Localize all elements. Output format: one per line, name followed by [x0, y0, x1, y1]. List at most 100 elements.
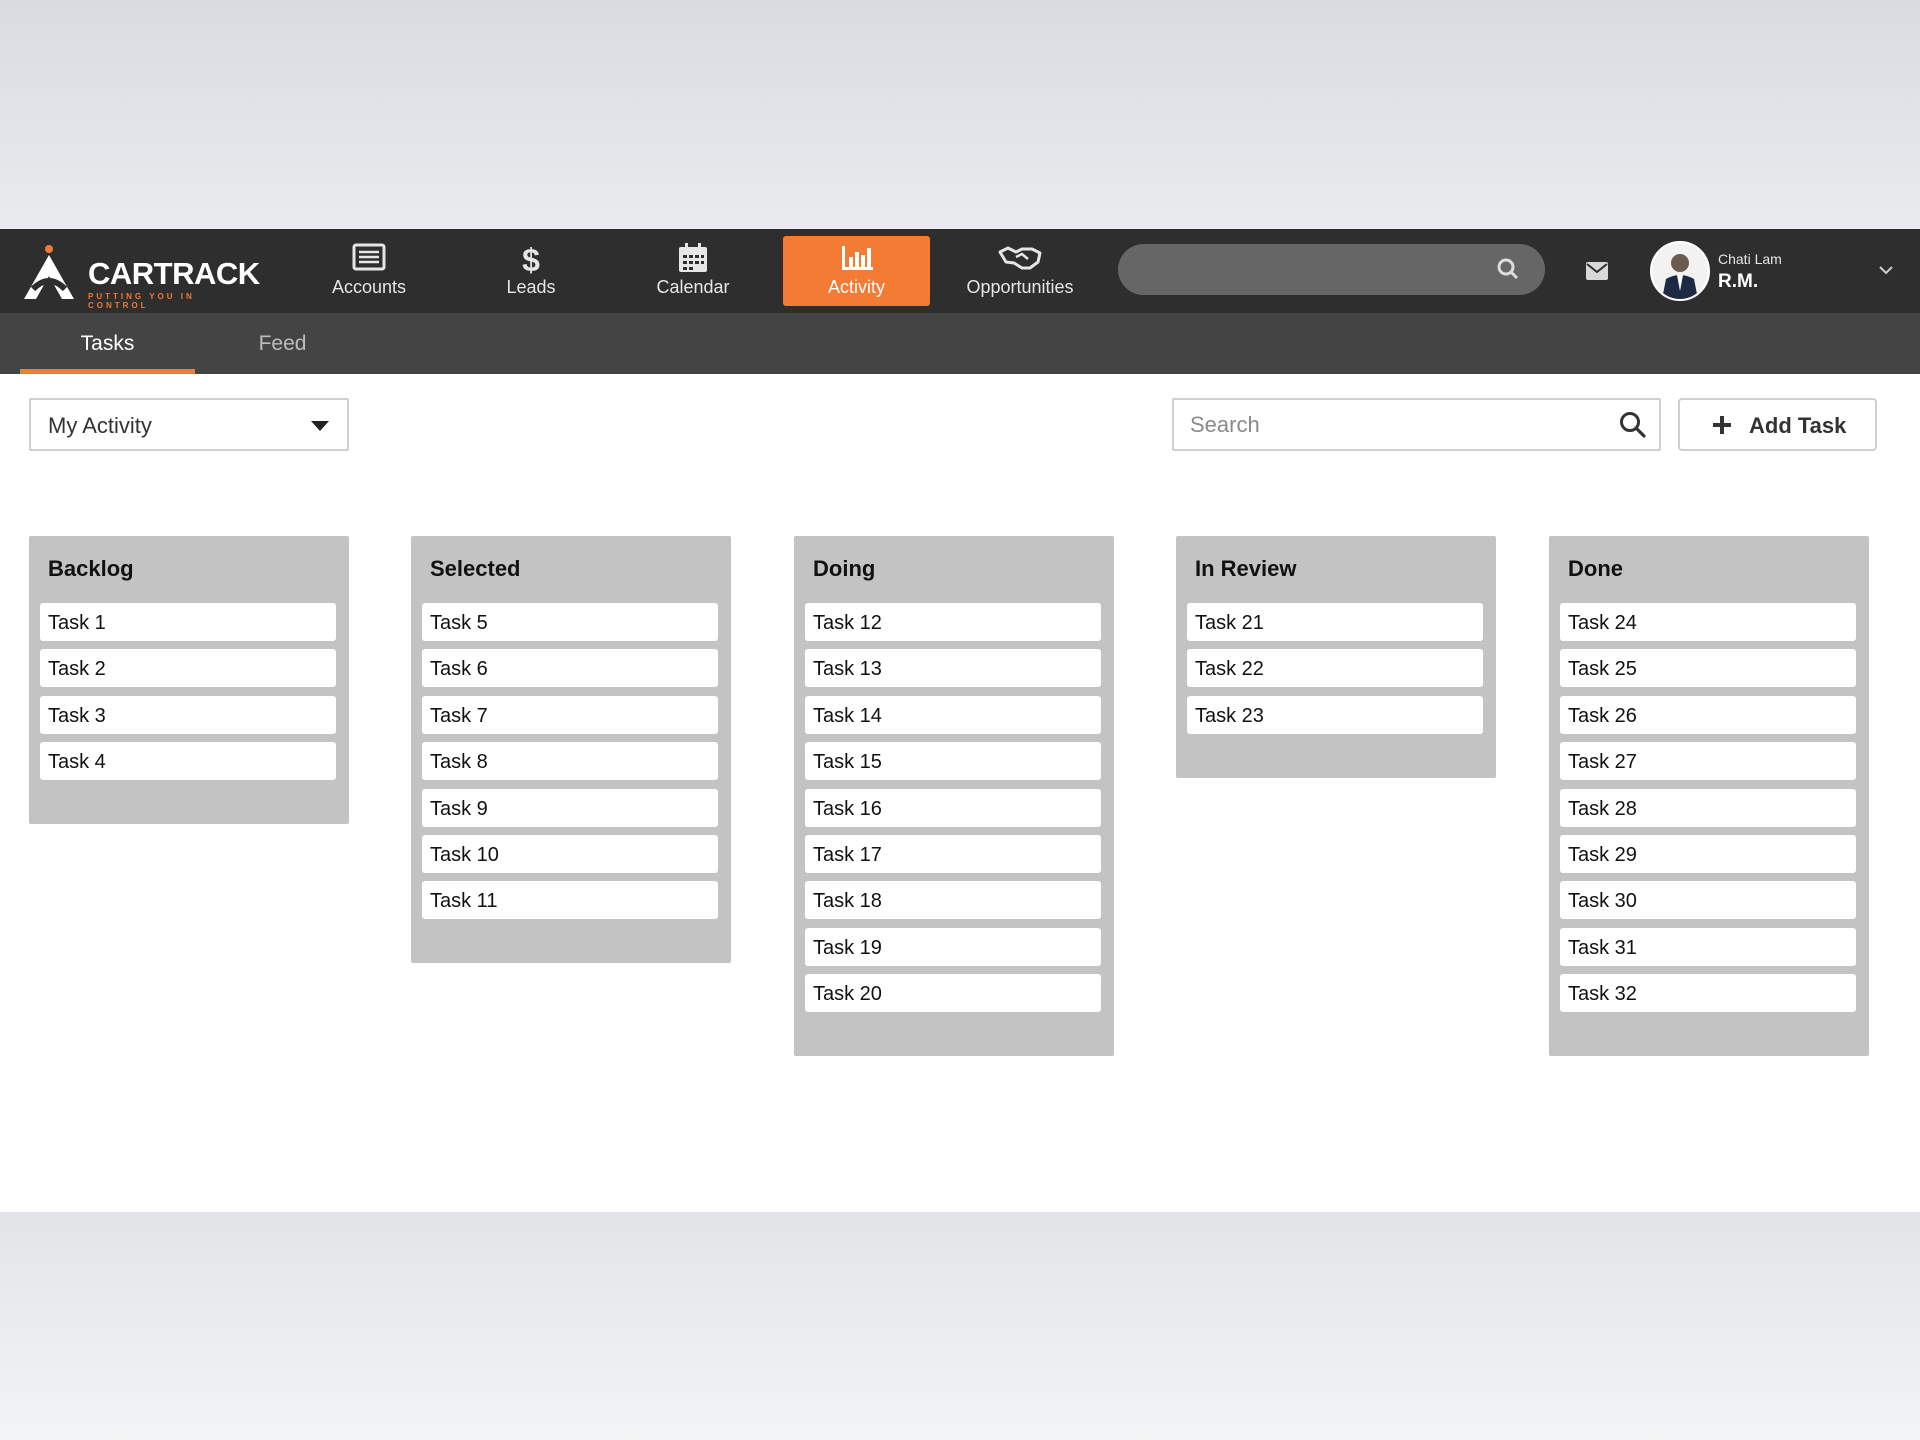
cartrack-logo-icon — [24, 245, 74, 299]
task-card[interactable]: Task 2 — [40, 649, 336, 687]
task-card[interactable]: Task 9 — [422, 789, 718, 827]
task-card[interactable]: Task 6 — [422, 649, 718, 687]
nav-opportunities[interactable]: Opportunities — [958, 236, 1082, 306]
task-card[interactable]: Task 10 — [422, 835, 718, 873]
task-card[interactable]: Task 21 — [1187, 603, 1483, 641]
activity-filter-value: My Activity — [48, 413, 152, 438]
kanban-column-done: Done Task 24 Task 25 Task 26 Task 27 Task 28 T… — [1549, 536, 1869, 1056]
task-card-label: Task 23 — [1195, 705, 1264, 727]
task-card-label: Task 12 — [813, 612, 882, 634]
task-card[interactable]: Task 16 — [805, 789, 1101, 827]
handshake-icon — [958, 242, 1082, 276]
task-card[interactable]: Task 31 — [1560, 928, 1856, 966]
search-icon[interactable] — [1497, 258, 1519, 280]
task-card-label: Task 2 — [48, 658, 106, 680]
task-card-label: Task 30 — [1568, 890, 1637, 912]
sub-navigation: Tasks Feed — [0, 313, 1920, 374]
task-card[interactable]: Task 4 — [40, 742, 336, 780]
page-backdrop-top — [0, 0, 1920, 229]
task-card[interactable]: Task 3 — [40, 696, 336, 734]
nav-calendar[interactable]: Calendar — [640, 236, 746, 306]
task-card[interactable]: Task 27 — [1560, 742, 1856, 780]
nav-leads-label: Leads — [506, 277, 556, 297]
task-card-label: Task 14 — [813, 705, 882, 727]
page-backdrop-bottom — [0, 1212, 1920, 1440]
task-card-label: Task 26 — [1568, 705, 1637, 727]
task-card[interactable]: Task 8 — [422, 742, 718, 780]
nav-calendar-label: Calendar — [656, 277, 730, 297]
avatar[interactable] — [1650, 241, 1710, 301]
tab-tasks[interactable]: Tasks — [20, 313, 195, 374]
task-card-label: Task 27 — [1568, 751, 1637, 773]
task-card[interactable]: Task 7 — [422, 696, 718, 734]
task-card-label: Task 13 — [813, 658, 882, 680]
column-title: Backlog — [48, 556, 134, 581]
task-card[interactable]: Task 14 — [805, 696, 1101, 734]
task-card-label: Task 22 — [1195, 658, 1264, 680]
task-card-label: Task 15 — [813, 751, 882, 773]
task-card[interactable]: Task 29 — [1560, 835, 1856, 873]
task-card-label: Task 4 — [48, 751, 106, 773]
task-card-label: Task 7 — [430, 705, 488, 727]
kanban-column-backlog: Backlog Task 1 Task 2 Task 3 Task 4 — [29, 536, 349, 824]
chevron-down-icon[interactable] — [1878, 265, 1894, 275]
task-card[interactable]: Task 24 — [1560, 603, 1856, 641]
task-card[interactable]: Task 18 — [805, 881, 1101, 919]
task-card[interactable]: Task 28 — [1560, 789, 1856, 827]
user-name: Chati Lam — [1718, 251, 1782, 267]
task-card-label: Task 28 — [1568, 798, 1637, 820]
task-card-label: Task 16 — [813, 798, 882, 820]
task-card-label: Task 5 — [430, 612, 488, 634]
nav-opportunities-label: Opportunities — [966, 277, 1074, 297]
tab-feed[interactable]: Feed — [195, 313, 370, 374]
nav-leads[interactable]: $ Leads — [478, 236, 584, 306]
task-card-label: Task 10 — [430, 844, 499, 866]
svg-text:$: $ — [522, 242, 540, 276]
kanban-column-doing: Doing Task 12 Task 13 Task 14 Task 15 Task 16… — [794, 536, 1114, 1056]
brand-tagline: PUTTING YOU IN CONTROL — [88, 292, 195, 310]
task-card-label: Task 24 — [1568, 612, 1637, 634]
task-card-label: Task 8 — [430, 751, 488, 773]
task-card[interactable]: Task 20 — [805, 974, 1101, 1012]
global-search-bar[interactable] — [1118, 244, 1545, 295]
brand-name: CARTRACK — [88, 256, 260, 291]
task-card[interactable]: Task 22 — [1187, 649, 1483, 687]
task-search-input[interactable] — [1190, 410, 1590, 440]
brand-logo[interactable]: CARTRACK PUTTING YOU IN CONTROL — [20, 237, 260, 310]
nav-activity[interactable]: Activity — [783, 236, 930, 306]
task-card-label: Task 21 — [1195, 612, 1264, 634]
task-card[interactable]: Task 13 — [805, 649, 1101, 687]
task-card[interactable]: Task 1 — [40, 603, 336, 641]
task-card[interactable]: Task 26 — [1560, 696, 1856, 734]
search-icon[interactable] — [1619, 411, 1647, 439]
add-task-button[interactable]: Add Task — [1678, 398, 1877, 451]
plus-icon — [1713, 416, 1731, 434]
task-card[interactable]: Task 30 — [1560, 881, 1856, 919]
task-card-label: Task 11 — [430, 890, 498, 912]
task-card-label: Task 19 — [813, 937, 882, 959]
task-card[interactable]: Task 25 — [1560, 649, 1856, 687]
column-title: Done — [1568, 556, 1623, 581]
task-card-label: Task 32 — [1568, 983, 1637, 1005]
task-card[interactable]: Task 19 — [805, 928, 1101, 966]
app-window: CARTRACK PUTTING YOU IN CONTROL Accounts… — [0, 229, 1920, 1212]
mail-icon[interactable] — [1586, 262, 1608, 280]
nav-activity-label: Activity — [827, 277, 885, 297]
task-card-label: Task 3 — [48, 705, 106, 727]
column-title: In Review — [1195, 556, 1297, 581]
add-task-label: Add Task — [1749, 413, 1847, 438]
task-card[interactable]: Task 5 — [422, 603, 718, 641]
task-card[interactable]: Task 12 — [805, 603, 1101, 641]
task-search[interactable] — [1172, 398, 1661, 451]
task-card-label: Task 17 — [813, 844, 882, 866]
activity-filter-select[interactable]: My Activity — [29, 398, 349, 451]
task-card[interactable]: Task 23 — [1187, 696, 1483, 734]
task-card[interactable]: Task 15 — [805, 742, 1101, 780]
task-card[interactable]: Task 11 — [422, 881, 718, 919]
task-card-label: Task 20 — [813, 983, 882, 1005]
task-card[interactable]: Task 32 — [1560, 974, 1856, 1012]
task-card-label: Task 25 — [1568, 658, 1637, 680]
nav-accounts[interactable]: Accounts — [316, 236, 422, 306]
task-card[interactable]: Task 17 — [805, 835, 1101, 873]
top-header: CARTRACK PUTTING YOU IN CONTROL Accounts… — [0, 229, 1920, 313]
